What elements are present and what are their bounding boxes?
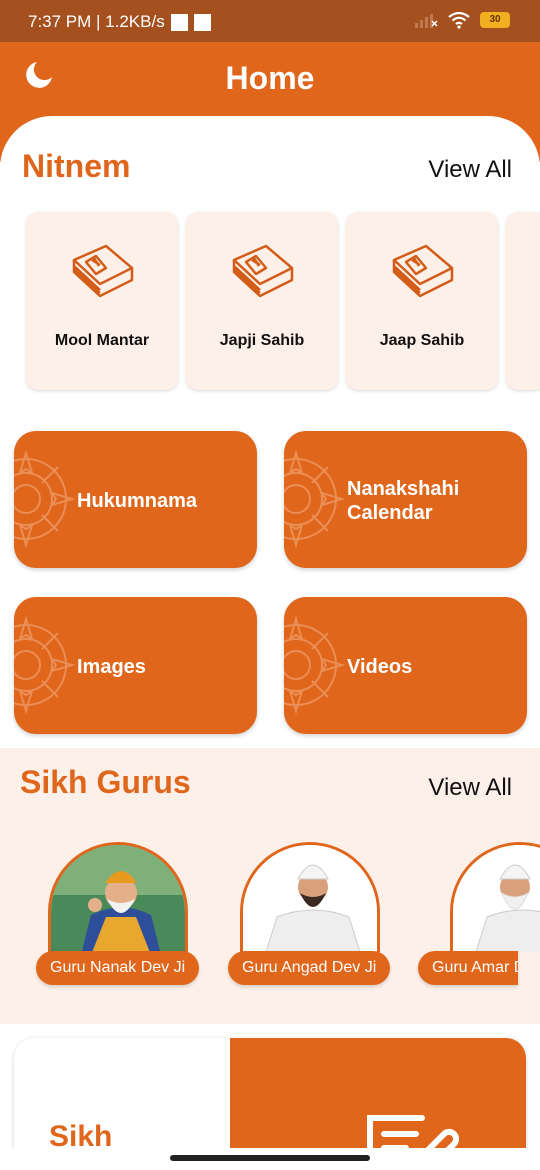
wifi-icon (448, 11, 470, 29)
tile-label: Videos (347, 656, 413, 678)
guru-portrait-amar[interactable] (450, 842, 540, 952)
book-icon (72, 244, 134, 298)
mandala-icon (284, 449, 346, 549)
home-indicator[interactable] (170, 1155, 370, 1161)
guru-name-pill[interactable]: Guru Nanak Dev Ji (36, 951, 200, 985)
nitnem-card-label: Jaap Sahib (379, 332, 465, 349)
sikh-gurus-view-all-link[interactable]: View All (428, 774, 512, 802)
mandala-icon (284, 615, 346, 715)
guru-portrait-angad[interactable] (240, 842, 380, 952)
status-bar: 7:37 PM | 1.2KB/s 30 (0, 0, 540, 42)
images-tile[interactable]: Images (14, 597, 257, 734)
book-icon (232, 244, 294, 298)
notification-icon (193, 13, 211, 31)
tile-label: Images (77, 656, 146, 678)
guru-name-pill[interactable]: Guru Amar Das Ji (418, 951, 518, 985)
tile-label: Nanakshahi Calendar (347, 478, 460, 524)
sikh-gurus-title: Sikh Gurus (20, 764, 191, 800)
nitnem-view-all-link[interactable]: View All (428, 156, 512, 184)
nitnem-title: Nitnem (22, 148, 131, 184)
status-left: 7:37 PM | 1.2KB/s (28, 12, 211, 32)
nitnem-card-partial[interactable] (506, 212, 540, 390)
sikh-gurus-section: Sikh Gurus View All Guru Nanak Dev Ji Gu… (0, 748, 540, 1024)
notification-icon (170, 13, 188, 31)
guru-portrait-image (243, 845, 377, 952)
hukumnama-tile[interactable]: Hukumnama (14, 431, 257, 568)
status-time: 7:37 PM | 1.2KB/s (28, 12, 165, 31)
guru-portrait-nanak[interactable] (48, 842, 188, 952)
guru-name-pill[interactable]: Guru Angad Dev Ji (228, 951, 391, 985)
status-right: 30 (414, 11, 510, 29)
mandala-icon (14, 449, 76, 549)
page-title: Home (225, 60, 315, 96)
nanakshahi-calendar-tile[interactable]: Nanakshahi Calendar (284, 431, 527, 568)
battery-icon: 30 (480, 12, 510, 28)
main-content: Nitnem View All Mool Mantar Japji Sahib (0, 116, 540, 1170)
book-icon (392, 244, 454, 298)
nitnem-card-label: Japji Sahib (219, 332, 305, 349)
tile-label: Hukumnama (77, 490, 198, 512)
guru-portrait-image (51, 845, 185, 952)
nitnem-card-jaap-sahib[interactable]: Jaap Sahib (346, 212, 498, 390)
nitnem-card-label: Mool Mantar (54, 332, 150, 349)
nitnem-card-mool-mantar[interactable]: Mool Mantar (26, 212, 178, 390)
nitnem-card-japji-sahib[interactable]: Japji Sahib (186, 212, 338, 390)
mandala-icon (14, 615, 76, 715)
signal-icon (415, 14, 438, 28)
videos-tile[interactable]: Videos (284, 597, 527, 734)
guru-portrait-image (453, 845, 540, 952)
